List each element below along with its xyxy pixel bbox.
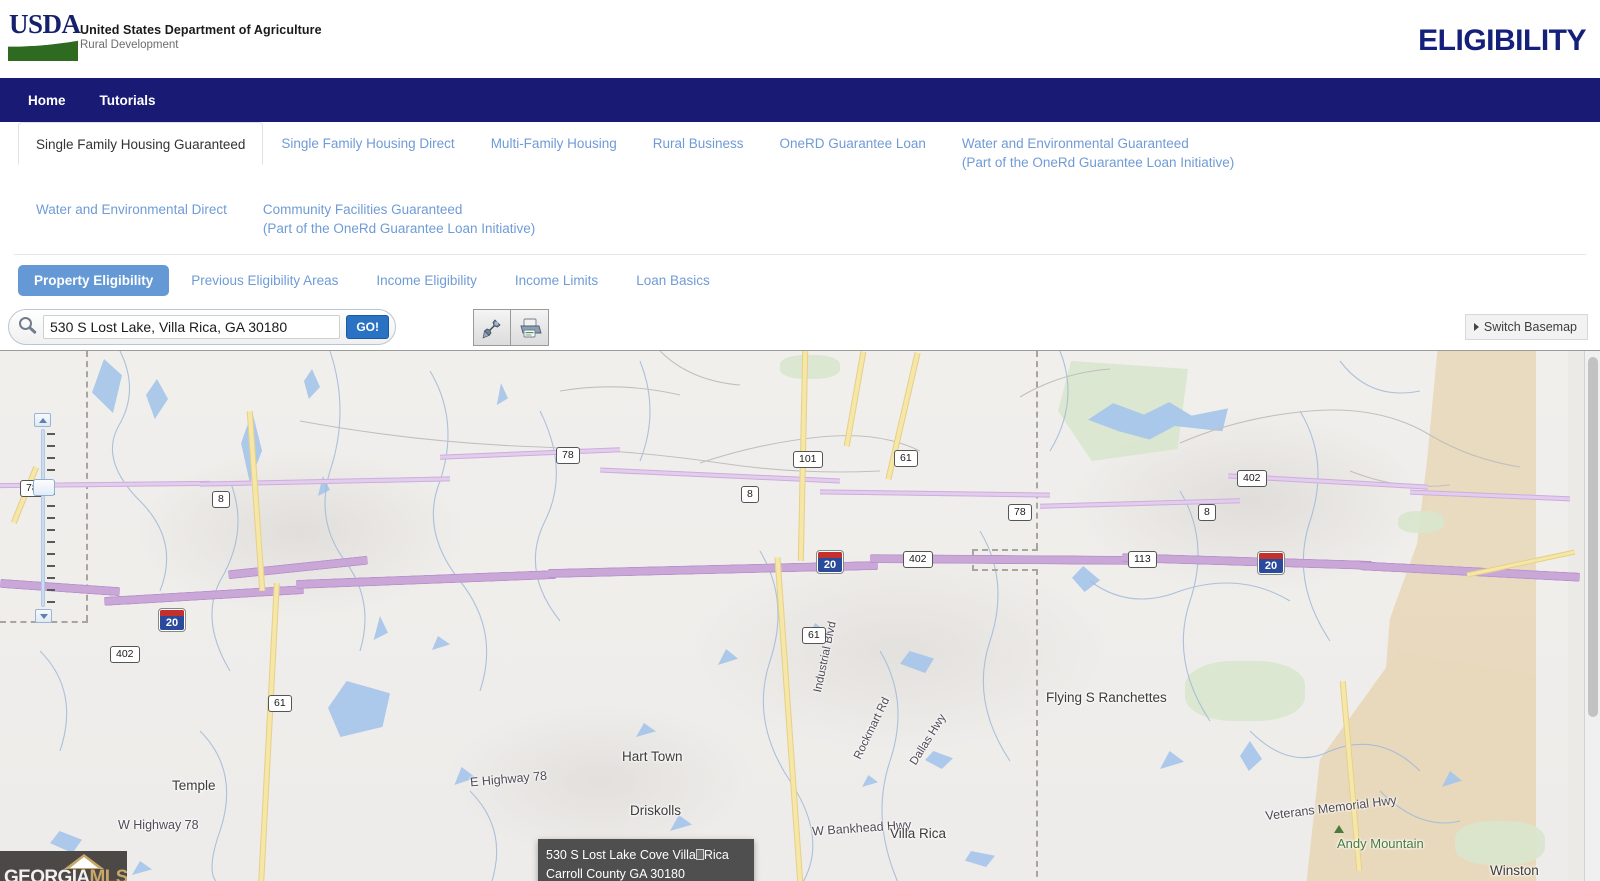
route-shield-78-b: 78 [556,447,580,464]
county-boundary [1036,569,1038,881]
county-boundary [972,549,1038,551]
nav-item-home[interactable]: Home [28,93,66,108]
route-shield-78-d: 402 [1237,470,1267,487]
watermark-brand: GEORGIAMLS [4,867,127,881]
address-result-popup[interactable]: 530 S Lost Lake Cove Villa Rica Carroll C… [538,839,754,881]
tab-rural-business[interactable]: Rural Business [635,122,762,163]
mountain-peak-icon [1334,825,1344,833]
agency-name-secondary: Rural Development [80,39,179,51]
tabs-divider [14,254,1586,255]
pushpin-tool-button[interactable] [473,309,511,346]
interstate-shield-20-center: 20 [817,551,843,573]
page-header: USDA United States Department of Agricul… [0,0,1600,78]
search-go-button[interactable]: GO! [346,315,389,339]
county-boundary [972,569,1038,571]
place-label-andy-mountain: Andy Mountain [1337,836,1424,851]
switch-basemap-button[interactable]: Switch Basemap [1464,314,1588,340]
interstate-shield-20-east: 20 [1258,552,1284,574]
interstate-shield-20-west: 20 [159,609,185,631]
zoom-slider-handle[interactable] [33,479,55,496]
route-shield-113: 61 [268,695,292,712]
chevron-right-icon [1473,323,1479,331]
route-shield-78-c: 78 [1008,504,1032,521]
georgiamls-watermark: GEORGIAMLS REAL ESTATE SERVICES [0,851,127,881]
missing-glyph-icon [695,849,704,860]
search-icon [17,316,39,338]
subtab-previous-eligibility-areas[interactable]: Previous Eligibility Areas [175,265,354,296]
address-search-input[interactable] [43,315,341,339]
place-label-hart-town: Hart Town [622,749,683,764]
popup-address-pre: 530 S Lost Lake Cove Villa [546,848,696,862]
switch-basemap-label: Switch Basemap [1483,320,1577,334]
zoom-in-button[interactable] [34,413,51,427]
route-shield-61-b: 61 [802,627,826,644]
tab-multi-family-housing[interactable]: Multi-Family Housing [473,122,635,163]
tab-single-family-housing-direct[interactable]: Single Family Housing Direct [263,122,472,163]
map-vertical-scrollbar[interactable] [1584,351,1600,881]
program-tab-row-2: Water and Environmental Direct Community… [0,182,1600,248]
watermark-brand-primary: GEORGIA [4,867,90,881]
route-shield-101: 101 [793,451,823,468]
page-title: ELIGIBILITY [1418,24,1586,57]
tab-onerd-guarantee-loan[interactable]: OneRD Guarantee Loan [762,122,944,163]
usda-logo: USDA [8,9,81,62]
map-tool-buttons [473,309,549,346]
sub-tab-group: Property Eligibility Previous Eligibilit… [0,255,1600,306]
usda-logo-text: USDA [9,9,81,39]
triangle-down-icon [40,614,48,619]
route-shield-8-c: 8 [1198,504,1216,521]
subtab-loan-basics[interactable]: Loan Basics [620,265,726,296]
tab-single-family-housing-guaranteed[interactable]: Single Family Housing Guaranteed [18,122,264,165]
agency-name-primary: United States Department of Agriculture [80,23,322,37]
subtab-income-limits[interactable]: Income Limits [499,265,614,296]
popup-address-line-1: 530 S Lost Lake Cove Villa Rica [546,846,746,865]
map-zoom-slider[interactable] [33,413,55,625]
search-toolbar: GO! Switch Basemap [0,306,1600,350]
place-label-villa-rica: Villa Rica [890,826,947,841]
place-label-flying-s-ranchettes: Flying S Ranchettes [1046,690,1167,705]
agency-name: United States Department of Agriculture … [80,23,322,53]
nav-item-tutorials[interactable]: Tutorials [100,93,156,108]
watermark-brand-secondary: MLS [89,867,127,881]
place-label-driskolls: Driskolls [630,803,682,818]
address-search-box: GO! [8,309,396,345]
print-tool-button[interactable] [511,309,549,346]
route-shield-8-b: 8 [741,486,759,503]
zoom-slider-track[interactable] [41,429,45,607]
popup-address-line-2: Carroll County GA 30180 [546,867,685,881]
popup-address-post: Rica [703,848,729,862]
county-boundary [1036,351,1038,549]
place-label-temple: Temple [172,778,216,793]
route-shield-8: 8 [212,491,230,508]
program-tab-group: Single Family Housing Guaranteed Single … [0,122,1600,255]
pushpin-icon [482,318,501,338]
tab-community-facilities-guaranteed[interactable]: Community Facilities Guaranteed (Part of… [245,188,553,248]
zoom-slider-ticks [47,433,55,605]
triangle-up-icon [39,418,47,423]
map-viewport[interactable]: W Highway 78 E Highway 78 W Bankhead Hwy… [0,350,1600,881]
zoom-out-button[interactable] [35,609,52,623]
program-tab-row-1: Single Family Housing Guaranteed Single … [0,122,1600,182]
usda-logo-swoosh [8,39,78,61]
road-label-w-highway-78: W Highway 78 [118,818,199,832]
subtab-property-eligibility[interactable]: Property Eligibility [18,265,170,296]
main-navigation: Home Tutorials [0,78,1600,122]
map-basemap[interactable]: W Highway 78 E Highway 78 W Bankhead Hwy… [0,351,1581,881]
vertical-scrollbar-thumb[interactable] [1588,357,1598,717]
subtab-income-eligibility[interactable]: Income Eligibility [360,265,493,296]
route-shield-61: 61 [894,450,918,467]
route-shield-402: 402 [110,646,140,663]
popup-header: 530 S Lost Lake Cove Villa Rica Carroll C… [538,839,754,881]
route-shield-402-b: 402 [903,551,933,568]
tab-water-and-environmental-direct[interactable]: Water and Environmental Direct [18,188,245,229]
printer-icon [519,318,542,337]
place-label-winston: Winston [1490,863,1539,878]
tab-water-and-environmental-guaranteed[interactable]: Water and Environmental Guaranteed (Part… [944,122,1252,182]
route-shield-402-c: 113 [1128,551,1157,568]
